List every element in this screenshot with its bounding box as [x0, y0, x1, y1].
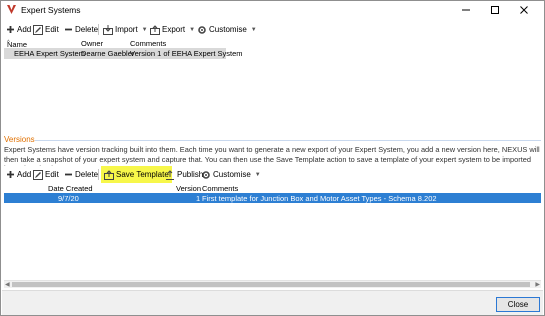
- horizontal-scrollbar[interactable]: ◀ ▶: [4, 280, 541, 288]
- cell-comments: Version 1 of EEHA Expert System: [130, 49, 243, 58]
- minimize-icon: [462, 9, 470, 11]
- window-title: Expert Systems: [21, 5, 81, 15]
- save-template-button[interactable]: Save Template: [101, 166, 172, 183]
- publish-button[interactable]: Publish: [165, 168, 203, 181]
- version-add-button[interactable]: Add: [6, 168, 31, 181]
- import-icon: [103, 24, 113, 35]
- edit-button-label: Edit: [45, 25, 59, 34]
- version-edit-label: Edit: [45, 170, 59, 179]
- expert-systems-window: Expert Systems Add Edit Delete Import ▼: [0, 0, 545, 316]
- scroll-right-icon[interactable]: ▶: [535, 281, 540, 288]
- expert-systems-grid: Name ^ Owner Comments EEHA Expert System…: [4, 38, 541, 126]
- scroll-left-icon[interactable]: ◀: [5, 281, 10, 288]
- dialog-footer: Close: [2, 290, 543, 315]
- chevron-down-icon: ▼: [250, 26, 257, 33]
- publish-icon: [166, 169, 174, 180]
- chevron-down-icon: ▼: [141, 26, 148, 33]
- gear-icon: [202, 170, 210, 179]
- minus-icon: [65, 173, 72, 176]
- cell-version: 1: [196, 194, 201, 203]
- pencil-icon: [33, 24, 43, 35]
- save-template-label: Save Template: [116, 170, 169, 179]
- column-header-date-created[interactable]: Date Created: [48, 184, 93, 193]
- save-template-icon: [104, 169, 114, 180]
- grid-header: Name ^ Owner Comments: [7, 39, 167, 49]
- cell-comments: First template for Junction Box and Moto…: [202, 194, 437, 203]
- close-button[interactable]: Close: [496, 297, 540, 312]
- title-bar: Expert Systems: [1, 1, 544, 19]
- export-icon: [150, 24, 160, 35]
- table-row[interactable]: 9/7/20 1 First template for Junction Box…: [4, 193, 541, 203]
- app-logo-icon: [7, 5, 16, 14]
- minus-icon: [65, 28, 72, 31]
- cell-name: EEHA Expert System: [14, 49, 85, 58]
- version-delete-button[interactable]: Delete: [64, 168, 98, 181]
- chevron-down-icon: ▼: [254, 171, 261, 178]
- versions-toolbar: Add Edit Delete Save Template Publish Cu…: [2, 166, 543, 183]
- minimize-button[interactable]: [452, 1, 480, 19]
- export-button-label: Export: [162, 25, 186, 34]
- table-row[interactable]: EEHA Expert System Dearne Gaebler Versio…: [4, 48, 243, 59]
- version-customise-label: Customise: [213, 170, 251, 179]
- gear-icon: [198, 25, 206, 34]
- close-window-button[interactable]: [510, 1, 538, 19]
- export-button[interactable]: Export ▼: [150, 23, 195, 36]
- customise-button-label: Customise: [209, 25, 247, 34]
- maximize-icon: [491, 6, 499, 14]
- cell-owner: Dearne Gaebler: [81, 49, 135, 58]
- toolbar-separator: [98, 169, 99, 180]
- customise-button[interactable]: Customise ▼: [197, 23, 257, 36]
- scrollbar-thumb[interactable]: [12, 282, 530, 287]
- grid-header: Date Created Version Comments: [4, 183, 541, 193]
- delete-button-label: Delete: [75, 25, 99, 34]
- sort-ascending-icon: ^: [7, 40, 10, 46]
- column-header-comments[interactable]: Comments: [130, 39, 166, 48]
- plus-icon: [7, 171, 14, 178]
- versions-grid: Date Created Version Comments 9/7/20 1 F…: [4, 183, 541, 279]
- publish-button-label: Publish: [177, 170, 204, 179]
- import-button[interactable]: Import ▼: [103, 23, 148, 36]
- toolbar-separator: [98, 24, 99, 35]
- edit-button[interactable]: Edit: [33, 23, 59, 36]
- delete-button[interactable]: Delete: [64, 23, 98, 36]
- versions-section-label: Versions: [4, 135, 35, 144]
- column-header-version[interactable]: Version: [176, 184, 201, 193]
- maximize-button[interactable]: [481, 1, 509, 19]
- cell-date-created: 9/7/20: [58, 194, 79, 203]
- column-header-comments[interactable]: Comments: [202, 184, 238, 193]
- version-add-label: Add: [17, 170, 32, 179]
- chevron-down-icon: ▼: [189, 26, 196, 33]
- version-customise-button[interactable]: Customise ▼: [201, 168, 261, 181]
- pencil-icon: [33, 169, 43, 180]
- add-button-label: Add: [17, 25, 32, 34]
- expert-systems-toolbar: Add Edit Delete Import ▼ Export ▼ Custom…: [2, 21, 543, 38]
- version-delete-label: Delete: [75, 170, 99, 179]
- column-header-owner[interactable]: Owner: [81, 39, 103, 48]
- close-icon: [520, 6, 528, 14]
- version-edit-button[interactable]: Edit: [33, 168, 59, 181]
- plus-icon: [7, 26, 14, 33]
- versions-divider: [35, 140, 541, 141]
- add-button[interactable]: Add: [6, 23, 31, 36]
- import-button-label: Import: [115, 25, 138, 34]
